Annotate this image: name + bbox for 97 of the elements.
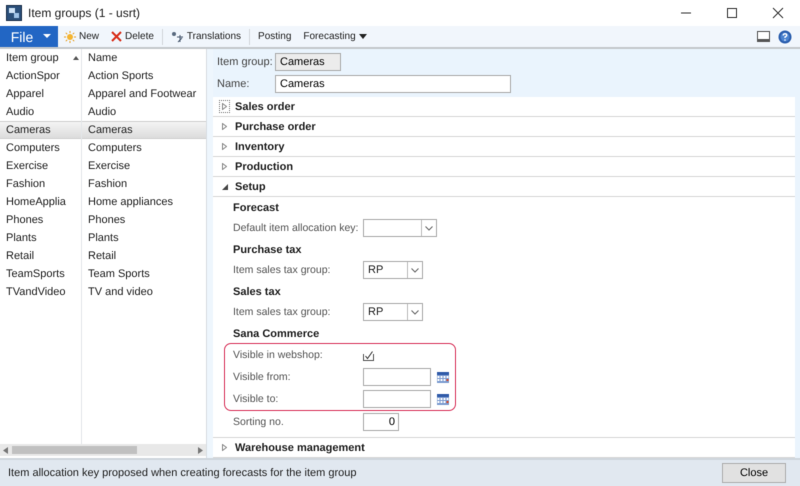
text-field[interactable]: Cameras [275,53,341,71]
fast-tab-header[interactable]: Inventory [213,137,795,157]
caret-icon [43,34,52,39]
toolbar-button[interactable]: New [58,26,106,46]
fast-tab-header[interactable]: Production [213,157,795,177]
date-field[interactable] [363,390,431,408]
table-cell-text: Plants [5,232,38,244]
list-row[interactable]: Phones Phones [0,211,206,229]
expand-icon [222,163,227,170]
table-cell-text: Plants [87,232,119,244]
list-row[interactable]: HomeApplia Home appliances [0,193,206,211]
table-cell-text: Cameras [87,124,133,136]
table-cell-text: Audio [5,106,36,118]
table-cell-text: TeamSports [5,268,66,280]
toolbar-button[interactable]: Forecasting [297,26,373,46]
list-row[interactable]: TVandVideo TV and video [0,283,206,301]
sun-icon [64,30,76,42]
table-cell-text: Apparel [5,88,45,100]
list-row[interactable]: Apparel Apparel and Footwear [0,85,206,103]
column-header[interactable]: Item group [0,52,82,64]
field-label: Item sales tax group: [233,306,332,318]
toolbar-button[interactable]: Delete [105,26,160,46]
table-cell-text: Computers [87,142,142,154]
table-cell-text: Computers [5,142,61,154]
table-cell-text: Fashion [87,178,128,190]
toolbar-button[interactable]: Posting [252,26,298,46]
table-cell-text: Home appliances [87,196,173,208]
close-icon[interactable] [772,7,784,19]
list-row[interactable]: Computers Computers [0,139,206,157]
combo-box[interactable]: RP [363,261,423,279]
collapse-icon [222,184,228,190]
list-row[interactable]: Plants Plants [0,229,206,247]
number-field[interactable]: 0 [363,413,399,431]
table-cell-text: ActionSpor [5,70,61,82]
group-heading: Sales tax [233,285,282,300]
file-menu-button[interactable]: File [0,26,58,47]
toolbar-button[interactable]: Translations [164,26,248,46]
table-cell-text: HomeApplia [5,196,67,208]
combo-box[interactable]: RP [363,303,423,321]
help-icon[interactable] [778,30,792,44]
status-text: Item allocation key proposed when creating forecasts for the item group [8,467,357,479]
maximize-icon[interactable] [726,7,738,19]
table-cell-text: TV and video [87,286,153,298]
table-cell-text: Exercise [5,160,50,172]
field-label: Sorting no. [233,416,285,428]
table-cell-text: Retail [87,250,116,262]
translate-icon [170,30,184,42]
table-cell-text: Audio [87,106,116,118]
expand-icon [222,123,227,130]
close-button[interactable]: Close [722,463,786,483]
fast-tab-header[interactable]: Sales order [213,97,795,117]
group-heading: Purchase tax [233,243,302,258]
delete-icon [111,31,122,42]
calendar-icon[interactable] [437,372,449,382]
field-label: Name: [217,78,250,90]
expand-icon [222,444,227,451]
fast-tab-header[interactable]: Setup [213,177,795,197]
table-cell-text: Phones [5,214,44,226]
column-header[interactable]: Name [82,52,118,64]
table-cell-text: Cameras [5,124,52,136]
field-label: Visible to: [233,393,280,405]
table-cell-text: Team Sports [87,268,150,280]
list-row[interactable]: Fashion Fashion [0,175,206,193]
table-cell-text: Apparel and Footwear [87,88,196,100]
field-label: Item group: [217,56,274,68]
scroll-right-icon[interactable] [198,446,203,454]
table-cell-text: Retail [5,250,36,262]
calendar-icon[interactable] [437,394,449,404]
table-cell-text: Phones [87,214,126,226]
field-label: Item sales tax group: [233,264,332,276]
list-row[interactable]: Exercise Exercise [0,157,206,175]
app-icon [6,5,22,21]
expand-icon [222,103,227,110]
text-field[interactable]: Cameras [275,75,511,93]
list-row[interactable]: Retail Retail [0,247,206,265]
table-cell-text: Exercise [87,160,130,172]
table-cell-text: Fashion [5,178,46,190]
window-title: Item groups (1 - usrt) [28,6,140,20]
expand-icon [222,143,227,150]
table-cell-text: Action Sports [87,70,154,82]
list-row[interactable]: Cameras Cameras [0,121,206,139]
table-cell-text: TVandVideo [5,286,67,298]
date-field[interactable] [363,368,431,386]
sort-arrow-icon [72,56,79,60]
fast-tab-header[interactable]: Purchase order [213,117,795,137]
checkbox[interactable] [363,350,374,360]
field-label: Visible from: [233,371,292,383]
group-heading: Forecast [233,201,280,216]
scroll-left-icon[interactable] [3,446,8,454]
horizontal-scrollbar[interactable] [0,444,206,456]
list-row[interactable]: ActionSpor Action Sports [0,67,206,85]
list-row[interactable]: TeamSports Team Sports [0,265,206,283]
group-heading: Sana Commerce [233,327,320,342]
field-label: Visible in webshop: [233,349,324,361]
layout-icon[interactable] [757,31,770,42]
list-row[interactable]: Audio Audio [0,103,206,121]
field-label: Default item allocation key: [233,222,360,234]
